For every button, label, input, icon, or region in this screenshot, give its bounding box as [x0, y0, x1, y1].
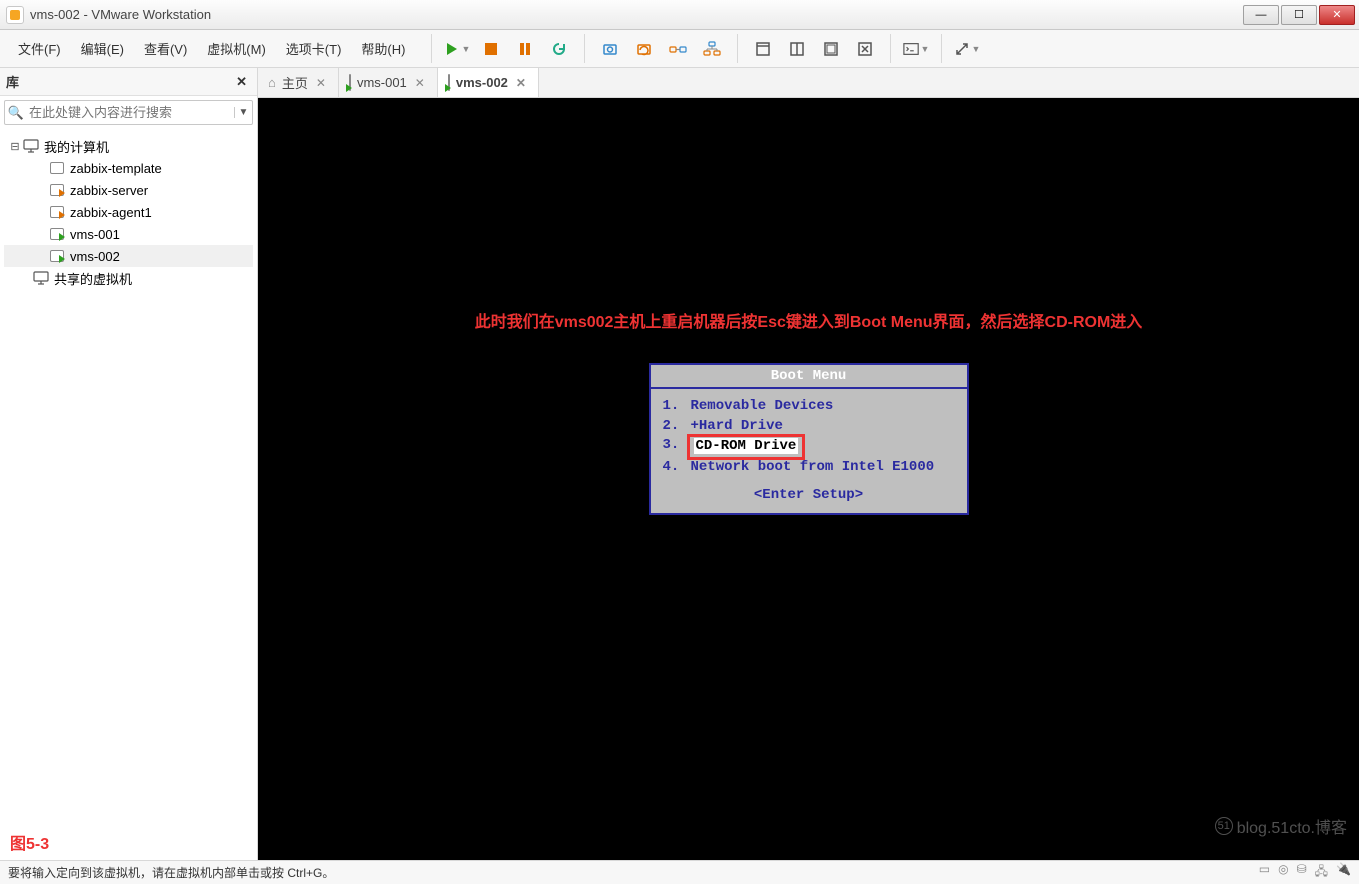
tray-disc-icon[interactable]: ◎	[1278, 862, 1288, 883]
tree-item-vms-001[interactable]: vms-001	[4, 223, 253, 245]
tab-vms-002[interactable]: vms-002 ✕	[438, 68, 539, 97]
tree-item-vms-002[interactable]: vms-002	[4, 245, 253, 267]
search-icon: 🔍	[5, 105, 27, 121]
vm-icon	[448, 75, 450, 90]
watermark: 51 blog.51cto.博客	[1215, 814, 1347, 838]
tree-item-label: vms-001	[66, 227, 120, 242]
restart-button[interactable]	[546, 36, 572, 62]
tree-item-label: vms-002	[66, 249, 120, 264]
monitor-icon	[22, 139, 40, 153]
tab-close-icon[interactable]: ✕	[314, 76, 328, 90]
tree-item-label: zabbix-template	[66, 161, 162, 176]
fullscreen-button[interactable]	[818, 36, 844, 62]
tree-root-label: 我的计算机	[40, 137, 109, 156]
play-dropdown-icon: ▼	[461, 44, 470, 54]
tree-root-my-computer[interactable]: ⊟ 我的计算机	[4, 135, 253, 157]
vm-icon	[48, 228, 66, 240]
layout-thumb-button[interactable]	[784, 36, 810, 62]
boot-enter-setup[interactable]: <Enter Setup>	[663, 487, 955, 503]
tab-label: vms-002	[456, 75, 508, 90]
tray-usb-icon[interactable]: 🔌	[1336, 862, 1351, 883]
stretch-button[interactable]: ▼	[954, 36, 980, 62]
tree-item-zabbix-server[interactable]: zabbix-server	[4, 179, 253, 201]
tree-item-label: zabbix-server	[66, 183, 148, 198]
status-message: 要将输入定向到该虚拟机，请在虚拟机内部单击或按 Ctrl+G。	[8, 864, 334, 881]
library-sidebar: 库 ✕ 🔍 ▼ ⊟ 我的计算机 zabbix-template zabbix-s	[0, 68, 258, 860]
tray-network-icon[interactable]: 🖧	[1315, 862, 1328, 883]
window-titlebar: vms-002 - VMware Workstation — ☐ ✕	[0, 0, 1359, 30]
tree-shared-vms[interactable]: 共享的虚拟机	[4, 267, 253, 289]
menu-help[interactable]: 帮助(H)	[351, 35, 415, 62]
status-tray: ▭ ◎ ⛁ 🖧 🔌	[1259, 862, 1351, 883]
tab-label: 主页	[282, 73, 308, 92]
annotation-text: 此时我们在vms002主机上重启机器后按Esc键进入到Boot Menu界面，然…	[258, 308, 1359, 332]
boot-item-removable[interactable]: 1. Removable Devices	[663, 397, 955, 417]
library-tree: ⊟ 我的计算机 zabbix-template zabbix-server za…	[0, 129, 257, 860]
tab-home[interactable]: ⌂ 主页 ✕	[258, 68, 339, 97]
menubar: 文件(F) 编辑(E) 查看(V) 虚拟机(M) 选项卡(T) 帮助(H) ▼	[0, 30, 1359, 68]
home-icon: ⌂	[268, 75, 276, 90]
search-input[interactable]	[27, 101, 234, 124]
close-button[interactable]: ✕	[1319, 5, 1355, 25]
tab-close-icon[interactable]: ✕	[514, 76, 528, 90]
menu-vm[interactable]: 虚拟机(M)	[197, 35, 276, 62]
app-icon	[6, 6, 24, 24]
tab-close-icon[interactable]: ✕	[413, 76, 427, 90]
vm-icon	[349, 75, 351, 90]
unity-button[interactable]	[852, 36, 878, 62]
play-button[interactable]: ▼	[444, 36, 470, 62]
monitor-icon	[32, 271, 50, 285]
boot-item-network[interactable]: 4. Network boot from Intel E1000	[663, 458, 955, 478]
content-area: ⌂ 主页 ✕ vms-001 ✕ vms-002 ✕ 此时我们在vms002主机…	[258, 68, 1359, 860]
snapshot-tree-button[interactable]	[699, 36, 725, 62]
tree-item-zabbix-template[interactable]: zabbix-template	[4, 157, 253, 179]
snapshot-revert-button[interactable]	[631, 36, 657, 62]
search-dropdown-button[interactable]: ▼	[234, 107, 252, 118]
status-bar: 要将输入定向到该虚拟机，请在虚拟机内部单击或按 Ctrl+G。 ▭ ◎ ⛁ 🖧 …	[0, 860, 1359, 884]
vm-console[interactable]: 此时我们在vms002主机上重启机器后按Esc键进入到Boot Menu界面，然…	[258, 98, 1359, 860]
layout-single-button[interactable]	[750, 36, 776, 62]
tab-strip: ⌂ 主页 ✕ vms-001 ✕ vms-002 ✕	[258, 68, 1359, 98]
tray-hdd-icon[interactable]: ⛁	[1297, 862, 1307, 883]
tab-vms-001[interactable]: vms-001 ✕	[339, 68, 438, 97]
console-button[interactable]: ▼	[903, 36, 929, 62]
menu-tabs[interactable]: 选项卡(T)	[276, 35, 352, 62]
boot-menu: Boot Menu 1. Removable Devices 2. +Hard …	[649, 363, 969, 515]
boot-item-highlight: CD-ROM Drive	[687, 434, 806, 460]
tree-shared-label: 共享的虚拟机	[50, 269, 132, 288]
vm-icon	[48, 250, 66, 262]
snapshot-manager-button[interactable]	[665, 36, 691, 62]
stretch-dropdown-icon: ▼	[971, 44, 980, 54]
sidebar-title: 库	[6, 72, 232, 91]
figure-label: 图5-3	[4, 828, 55, 856]
window-title: vms-002 - VMware Workstation	[30, 7, 1243, 22]
vm-icon	[48, 162, 66, 174]
maximize-button[interactable]: ☐	[1281, 5, 1317, 25]
tree-item-label: zabbix-agent1	[66, 205, 152, 220]
menu-view[interactable]: 查看(V)	[134, 35, 197, 62]
boot-menu-title: Boot Menu	[651, 365, 967, 389]
snapshot-button[interactable]	[597, 36, 623, 62]
collapse-icon: ⊟	[8, 140, 22, 153]
vm-icon	[48, 206, 66, 218]
minimize-button[interactable]: —	[1243, 5, 1279, 25]
menu-file[interactable]: 文件(F)	[8, 35, 71, 62]
tray-display-icon[interactable]: ▭	[1259, 862, 1270, 883]
stop-button[interactable]	[478, 36, 504, 62]
menu-edit[interactable]: 编辑(E)	[71, 35, 134, 62]
sidebar-close-button[interactable]: ✕	[232, 74, 251, 90]
console-dropdown-icon: ▼	[921, 44, 930, 54]
pause-button[interactable]	[512, 36, 538, 62]
tree-item-zabbix-agent1[interactable]: zabbix-agent1	[4, 201, 253, 223]
vm-icon	[48, 184, 66, 196]
tab-label: vms-001	[357, 75, 407, 90]
boot-item-cdrom[interactable]: 3. CD-ROM Drive	[663, 436, 955, 458]
sidebar-search: 🔍 ▼	[4, 100, 253, 125]
